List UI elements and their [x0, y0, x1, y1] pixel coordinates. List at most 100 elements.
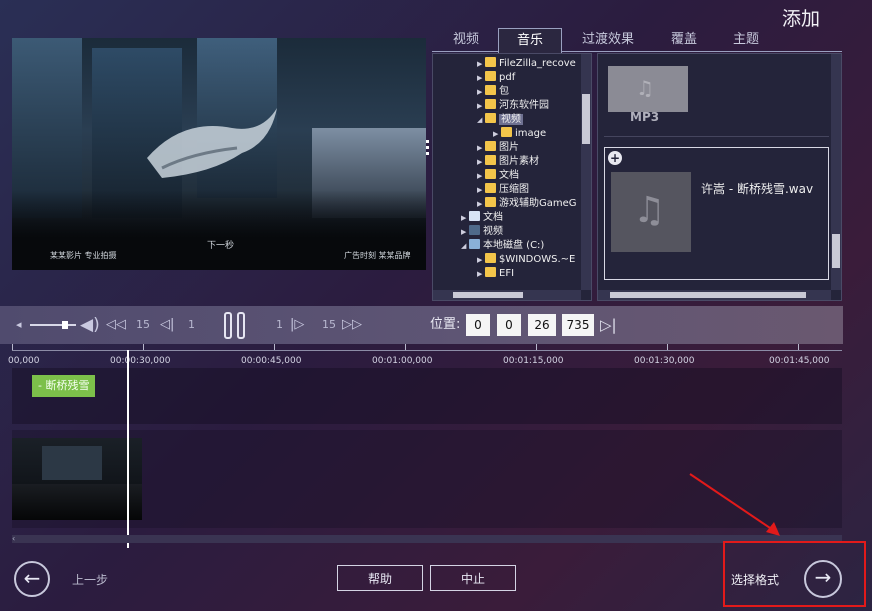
chevron-right-icon[interactable]: ▶	[493, 127, 501, 141]
tree-node[interactable]: ▶ 包	[477, 85, 509, 99]
chevron-right-icon[interactable]: ▶	[477, 141, 485, 155]
tab-theme[interactable]: 主题	[722, 28, 770, 52]
tree-node[interactable]: ▶ EFI	[477, 267, 514, 281]
tree-node[interactable]: ◢ 本地磁盘 (C:)	[461, 239, 544, 253]
ruler-label: 00:01:45,000	[769, 356, 830, 366]
skip-back-label: 15	[136, 318, 150, 331]
pause-button[interactable]	[222, 312, 248, 339]
folder-icon	[485, 267, 496, 277]
tree-node-label: 图片	[499, 142, 519, 153]
music-note-icon: ♫	[633, 190, 666, 231]
chevron-down-icon[interactable]: ◢	[461, 239, 469, 253]
tab-music[interactable]: 音乐	[498, 28, 562, 53]
scrollbar-thumb[interactable]	[453, 292, 523, 298]
subtitle-center: 下一秒	[207, 241, 235, 251]
music-note-icon: ♫	[636, 76, 654, 100]
tree-node-label: 本地磁盘 (C:)	[483, 240, 545, 251]
tree-node[interactable]: ▶ 游戏辅助GameG	[477, 197, 577, 211]
chevron-right-icon[interactable]: ▶	[477, 71, 485, 85]
chevron-right-icon[interactable]: ▶	[461, 225, 469, 239]
position-minutes-field[interactable]: 0	[497, 314, 521, 336]
tree-node-label: 包	[499, 86, 509, 97]
position-ms-field[interactable]: 735	[562, 314, 594, 336]
chevron-right-icon[interactable]: ▶	[477, 267, 485, 281]
ruler-tick	[667, 344, 668, 350]
tree-node[interactable]: ▶ 文档	[461, 211, 503, 225]
tree-node-label: 图片素材	[499, 156, 539, 167]
file-card-selected[interactable]: + ♫ 许嵩 - 断桥残雪.wav	[604, 147, 829, 280]
scrollbar-thumb[interactable]	[610, 292, 806, 298]
skip-forward-icon[interactable]: ▷▷	[342, 306, 362, 344]
audio-clip[interactable]: - 断桥残雪	[32, 375, 96, 397]
stop-button[interactable]: 中止	[430, 565, 516, 591]
music-file-icon[interactable]: ♫	[608, 66, 688, 112]
ruler-baseline	[12, 350, 842, 351]
folder-tree[interactable]: ▶ FileZilla_recove ▶ pdf ▶ 包 ▶ 河东软件园 ◢ 视频 ▶ im…	[432, 53, 592, 301]
arrow-left-icon: ←	[23, 566, 41, 590]
audio-track[interactable]	[12, 368, 842, 424]
tree-node[interactable]: ▶ 图片素材	[477, 155, 539, 169]
back-label[interactable]: 上一步	[72, 571, 108, 588]
chevron-right-icon[interactable]: ▶	[477, 155, 485, 169]
frame-back-icon[interactable]: ◁|	[160, 306, 174, 344]
chevron-right-icon[interactable]: ▶	[477, 169, 485, 183]
tree-node[interactable]: ▶ 文档	[477, 169, 519, 183]
volume-knob[interactable]	[61, 321, 68, 329]
tree-node[interactable]: ▶ 视频	[461, 225, 503, 239]
tree-horizontal-scrollbar[interactable]	[433, 290, 581, 300]
tab-transitions[interactable]: 过渡效果	[568, 28, 648, 52]
tree-node-label: $WINDOWS.~E	[499, 254, 576, 265]
chevron-down-icon[interactable]: ◢	[477, 113, 485, 127]
chevron-right-icon[interactable]: ▶	[477, 253, 485, 267]
tree-node[interactable]: ▶ pdf	[477, 71, 515, 85]
file-vertical-scrollbar[interactable]	[831, 54, 841, 290]
chevron-right-icon[interactable]: ▶	[477, 85, 485, 99]
ruler-label: 00:00:30,000	[110, 356, 171, 366]
frame-forward-icon[interactable]: |▷	[290, 306, 304, 344]
chevron-right-icon[interactable]: ▶	[477, 183, 485, 197]
position-hours-field[interactable]: 0	[466, 314, 490, 336]
media-tabs: 视频 音乐 过渡效果 覆盖 主题	[432, 28, 842, 53]
transport-bar: ◂ ◀) ◁◁ 15 ◁| 1 1 |▷ 15 ▷▷ 位置: 0 0 26 73…	[0, 306, 843, 344]
add-plus-icon[interactable]: +	[608, 151, 622, 165]
ruler-label: 00:00:45,000	[241, 356, 302, 366]
scrollbar-thumb[interactable]	[832, 234, 840, 268]
volume-high-icon[interactable]: ◀)	[80, 306, 100, 344]
tree-node[interactable]: ▶ 图片	[477, 141, 519, 155]
volume-slider[interactable]	[30, 321, 76, 329]
video-preview[interactable]: 下一秒 某某影片 专业拍摄 广告时刻 某某品牌	[12, 38, 426, 270]
add-title: 添加	[782, 8, 821, 30]
chevron-right-icon[interactable]: ▶	[477, 57, 485, 71]
chevron-right-icon[interactable]: ▶	[477, 197, 485, 211]
tree-vertical-scrollbar[interactable]	[581, 54, 591, 290]
tree-node[interactable]: ▶ 河东软件园	[477, 99, 549, 113]
help-button[interactable]: 帮助	[337, 565, 423, 591]
folder-icon	[485, 99, 496, 109]
tab-video[interactable]: 视频	[438, 28, 494, 52]
jump-to-end-icon[interactable]: ▷|	[600, 306, 617, 344]
tree-node-selected[interactable]: ◢ 视频	[477, 113, 523, 127]
frame-back-label: 1	[188, 318, 195, 331]
file-name: MP3	[630, 110, 660, 124]
splitter-handle[interactable]	[426, 140, 429, 162]
tab-overlay[interactable]: 覆盖	[656, 28, 712, 52]
timeline-ruler[interactable]: 00,000 00:00:30,000 00:00:45,000 00:01:0…	[8, 344, 842, 368]
file-horizontal-scrollbar[interactable]	[598, 290, 831, 300]
chevron-right-icon[interactable]: ▶	[461, 211, 469, 225]
skip-back-icon[interactable]: ◁◁	[106, 306, 126, 344]
tree-node[interactable]: ▶ FileZilla_recove	[477, 57, 576, 71]
folder-icon	[485, 71, 496, 81]
scrollbar-thumb[interactable]	[582, 94, 590, 144]
tree-node[interactable]: ▶ 压缩图	[477, 183, 529, 197]
tree-node[interactable]: ▶ $WINDOWS.~E	[477, 253, 575, 267]
folder-icon	[485, 85, 496, 95]
video-clip[interactable]	[12, 438, 142, 520]
file-list[interactable]: ♫ MP3 + ♫ 许嵩 - 断桥残雪.wav	[597, 53, 842, 301]
tree-node[interactable]: ▶ image	[493, 127, 546, 141]
red-arrow-annotation	[689, 473, 780, 536]
back-button[interactable]: ←	[14, 561, 50, 597]
chevron-right-icon[interactable]: ▶	[477, 99, 485, 113]
playhead[interactable]	[127, 350, 129, 548]
scroll-left-icon[interactable]: ‹	[12, 535, 15, 543]
position-seconds-field[interactable]: 26	[528, 314, 556, 336]
